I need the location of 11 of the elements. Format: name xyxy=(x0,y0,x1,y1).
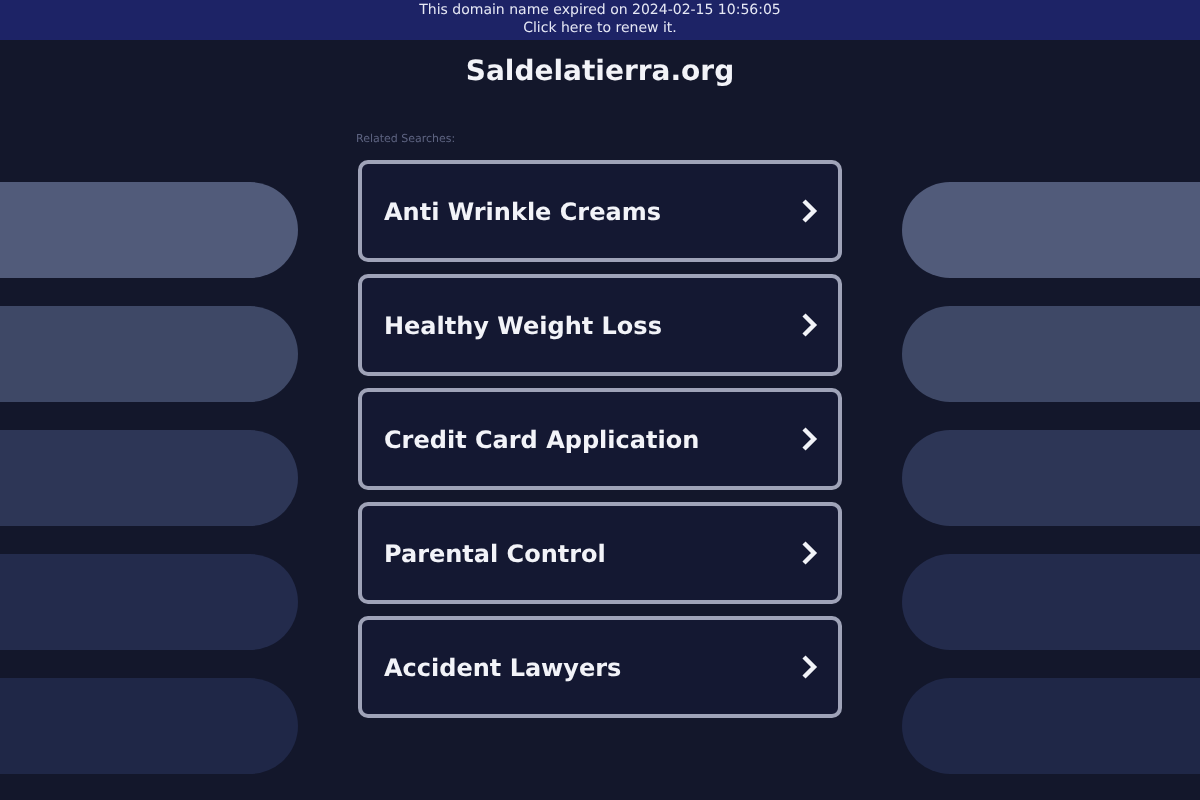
search-link-button[interactable]: Healthy Weight Loss xyxy=(358,274,842,376)
search-link-button[interactable]: Anti Wrinkle Creams xyxy=(358,160,842,262)
chevron-right-icon xyxy=(800,540,818,566)
site-title: Saldelatierra.org xyxy=(465,54,735,90)
chevron-right-icon xyxy=(800,312,818,338)
chevron-right-icon xyxy=(800,654,818,680)
search-link-button[interactable]: Accident Lawyers xyxy=(358,616,842,718)
chevron-right-icon xyxy=(800,426,818,452)
search-link-button[interactable]: Parental Control xyxy=(358,502,842,604)
chevron-right-icon xyxy=(800,198,818,224)
search-link-button[interactable]: Credit Card Application xyxy=(358,388,842,490)
